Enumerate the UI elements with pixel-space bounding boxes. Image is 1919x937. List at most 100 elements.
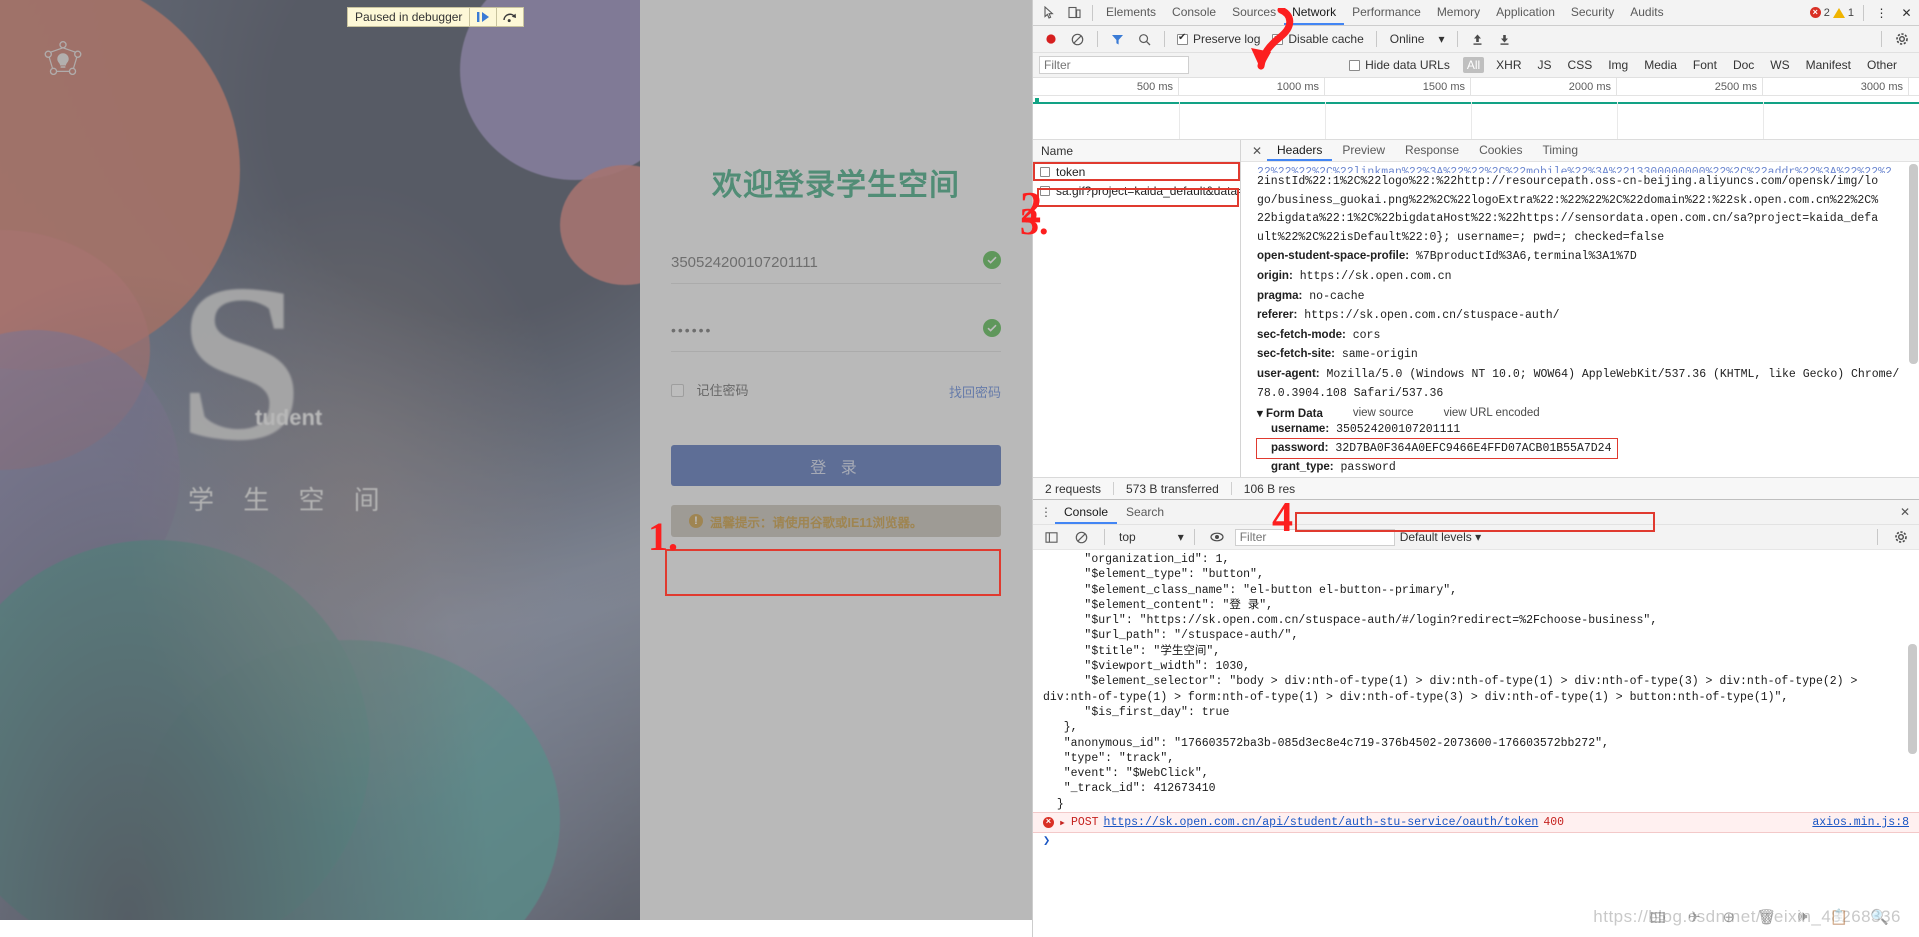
preserve-log-toggle[interactable]: Preserve log [1172,32,1265,46]
type-filter-other[interactable]: Other [1863,57,1901,73]
tab-console[interactable]: Console [1164,0,1224,25]
hide-data-urls-toggle[interactable]: Hide data URLs [1344,58,1455,72]
type-filter-all[interactable]: All [1463,57,1484,73]
issues-badge[interactable]: × 2 1 [1810,7,1858,19]
close-drawer-icon[interactable]: ✕ [1891,505,1919,519]
tab-application[interactable]: Application [1488,0,1563,25]
detail-tab-preview[interactable]: Preview [1332,140,1395,161]
headers-scrollbar[interactable] [1909,164,1918,480]
request-headers-scroll-area[interactable]: 22%22%22%2C%22linkman%22%3A%22%22%2C%22m… [1241,162,1919,482]
console-filter-input[interactable] [1235,529,1395,546]
preserve-log-label: Preserve log [1193,32,1260,46]
clear-console-icon[interactable] [1069,525,1094,549]
console-log-line: "$url_path": "/stuspace-auth/", [1033,628,1919,643]
timeline-tick-1000: 1000 ms [1179,78,1325,96]
device-toolbar-icon[interactable] [1062,1,1087,25]
tab-sources[interactable]: Sources [1224,0,1284,25]
network-overview-timeline[interactable]: 500 ms 1000 ms 1500 ms 2000 ms 2500 ms 3… [1033,78,1919,140]
password-input[interactable] [671,310,965,350]
login-hero-panel: S tudent 学 生 空 间 [0,0,640,920]
console-scrollbar[interactable] [1908,554,1917,897]
tab-network[interactable]: Network [1284,0,1344,25]
disable-cache-label: Disable cache [1288,32,1363,46]
login-submit-button[interactable]: 登 录 [671,445,1001,486]
search-icon[interactable] [1132,27,1157,51]
type-filter-xhr[interactable]: XHR [1492,57,1525,73]
request-row-sa-gif[interactable]: sa.gif?project=kaida_default&data=eyJ... [1033,181,1240,200]
form-data-row-username: username: 350524200107201111 [1257,420,1905,439]
disable-cache-checkbox[interactable] [1272,34,1283,45]
console-context-select[interactable]: top ▾ [1115,530,1184,544]
detail-tab-timing[interactable]: Timing [1532,140,1588,161]
clipboard-icon[interactable]: 📋 [1830,908,1849,933]
type-filter-css[interactable]: CSS [1564,57,1597,73]
request-row-token[interactable]: token [1033,162,1240,181]
screenshot-icon[interactable]: 🖽 [1650,908,1666,933]
add-icon[interactable]: ⊕ [1723,908,1736,933]
expand-arrow-icon[interactable]: ▸ [1059,815,1066,830]
trash-icon[interactable]: 🗑 [1757,908,1776,933]
tab-performance[interactable]: Performance [1344,0,1429,25]
cookie-line: 22bigdata%22:1%2C%22bigdataHost%22:%22ht… [1257,210,1905,229]
warning-count-icon [1833,8,1845,18]
import-har-icon[interactable] [1465,27,1490,51]
kebab-menu-icon[interactable]: ⋮ [1869,1,1894,25]
volume-icon[interactable]: 🕪 [1798,908,1807,933]
console-error-entry[interactable]: × ▸ POST https://sk.open.com.cn/api/stud… [1033,812,1919,833]
header-row: referer: https://sk.open.com.cn/stuspace… [1257,306,1905,326]
form-data-value: 350524200107201111 [1336,423,1460,436]
remember-password-checkbox[interactable] [671,384,684,397]
tab-security[interactable]: Security [1563,0,1622,25]
kebab-menu-icon[interactable]: ⋮ [1037,505,1055,519]
drawer-tab-search[interactable]: Search [1117,500,1173,524]
bytes-transferred: 573 B transferred [1114,482,1231,496]
live-expression-icon[interactable] [1205,525,1230,549]
type-filter-media[interactable]: Media [1640,57,1681,73]
form-data-row-grant-type: grant_type: password [1257,458,1905,477]
record-icon[interactable] [1038,27,1063,51]
console-output[interactable]: "organization_id": 1, "$element_type": "… [1033,550,1919,937]
request-type-icon [1040,167,1050,177]
error-source-link[interactable]: axios.min.js:8 [1812,816,1909,829]
type-filter-img[interactable]: Img [1604,57,1632,73]
throttling-select[interactable]: Online ▾ [1384,32,1451,46]
tab-memory[interactable]: Memory [1429,0,1488,25]
detail-tab-cookies[interactable]: Cookies [1469,140,1532,161]
view-url-encoded-link[interactable]: view URL encoded [1444,407,1540,419]
type-filter-ws[interactable]: WS [1766,57,1793,73]
type-filter-manifest[interactable]: Manifest [1802,57,1855,73]
console-levels-select[interactable]: Default levels ▾ [1400,530,1481,544]
close-detail-icon[interactable]: ✕ [1247,144,1267,158]
tab-audits[interactable]: Audits [1622,0,1671,25]
clear-icon[interactable] [1065,27,1090,51]
detail-tab-headers[interactable]: Headers [1267,140,1332,161]
type-filter-doc[interactable]: Doc [1729,57,1758,73]
console-prompt[interactable]: ❯ [1033,833,1919,848]
plane-icon[interactable]: ✈ [1688,908,1701,933]
error-url[interactable]: https://sk.open.com.cn/api/student/auth-… [1104,816,1539,829]
forgot-password-link[interactable]: 找回密码 [949,382,1001,401]
preserve-log-checkbox[interactable] [1177,34,1188,45]
view-source-link[interactable]: view source [1353,407,1414,419]
resume-script-icon[interactable] [470,7,496,27]
type-filter-font[interactable]: Font [1689,57,1721,73]
drawer-tab-console[interactable]: Console [1055,500,1117,524]
close-icon[interactable]: ✕ [1894,1,1919,25]
network-filter-input[interactable] [1039,56,1189,74]
inspect-element-icon[interactable] [1037,1,1062,25]
form-data-section-header[interactable]: ▾ Form Data view source view URL encoded [1257,406,1905,420]
disable-cache-toggle[interactable]: Disable cache [1267,32,1368,46]
username-input[interactable] [671,242,965,282]
step-over-icon[interactable] [497,7,523,27]
hide-data-urls-checkbox[interactable] [1349,60,1360,71]
filter-icon[interactable] [1105,27,1130,51]
export-har-icon[interactable] [1492,27,1517,51]
console-sidebar-icon[interactable] [1039,525,1064,549]
tab-elements[interactable]: Elements [1098,0,1164,25]
gear-icon[interactable] [1888,525,1913,549]
detail-tab-response[interactable]: Response [1395,140,1469,161]
console-toolbar: top ▾ Default levels ▾ [1033,525,1919,550]
search-icon[interactable]: 🔍 [1870,908,1889,933]
type-filter-js[interactable]: JS [1534,57,1556,73]
gear-icon[interactable] [1889,27,1914,51]
